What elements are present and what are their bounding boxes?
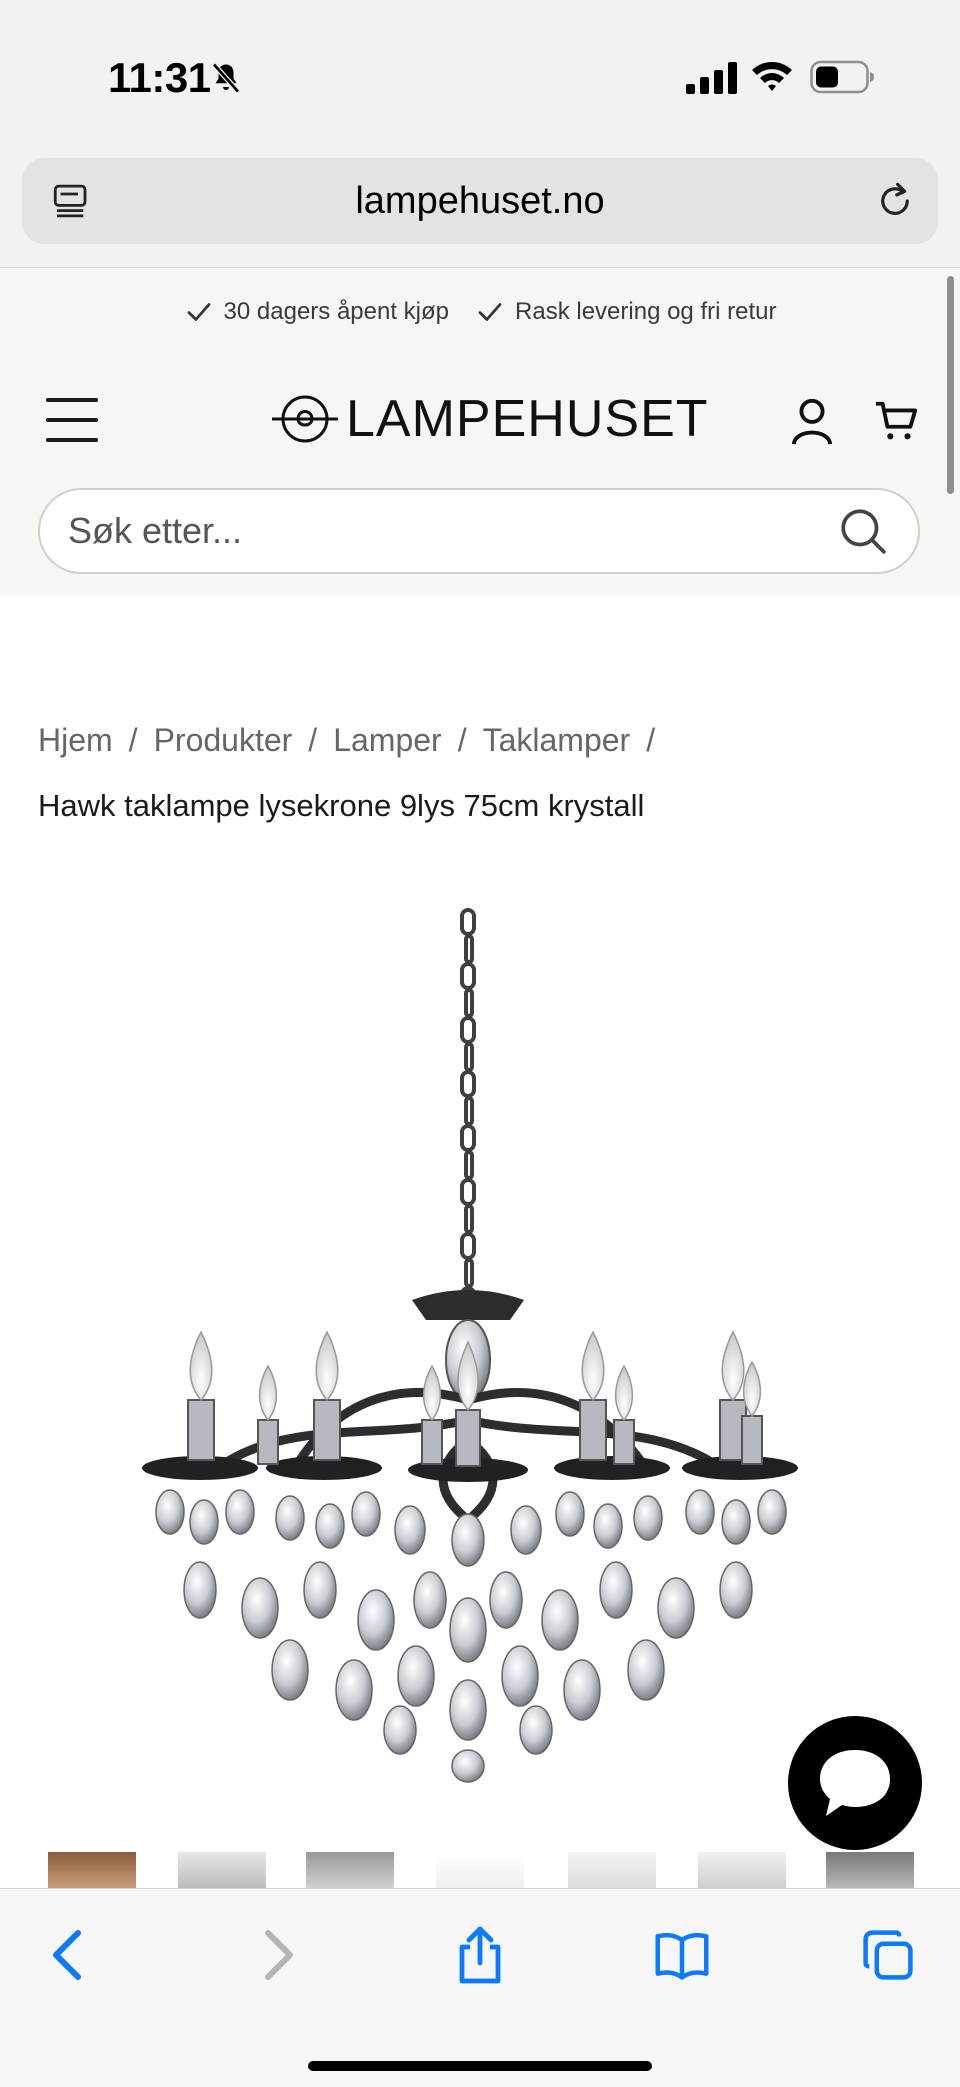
breadcrumb-separator: / <box>457 722 467 758</box>
breadcrumb: Hjem / Produkter / Lamper / Taklamper / <box>38 722 655 759</box>
status-time: 11:31 <box>108 54 211 101</box>
bookmarks-icon[interactable] <box>654 1925 710 1985</box>
lamp-logo-icon <box>272 395 338 443</box>
breadcrumb-item-lamper[interactable]: Lamper <box>333 722 442 759</box>
url-text[interactable]: lampehuset.no <box>22 180 938 223</box>
forward-icon[interactable] <box>250 1925 306 1985</box>
chat-bubble-icon <box>820 1750 890 1816</box>
breadcrumb-item-produkter[interactable]: Produkter <box>154 722 293 759</box>
cart-icon[interactable] <box>874 398 920 444</box>
browser-address-area: lampehuset.no <box>0 150 960 268</box>
breadcrumb-item-hjem[interactable]: Hjem <box>38 722 113 759</box>
logo-text: LAMPEHUSET <box>346 390 709 448</box>
usp-item: 30 dagers åpent kjøp <box>184 292 449 332</box>
search-input[interactable] <box>68 490 828 572</box>
search-icon[interactable] <box>838 506 888 556</box>
reload-icon[interactable] <box>874 180 916 222</box>
status-bar: 11:31 <box>0 0 960 150</box>
account-icon[interactable] <box>788 396 836 446</box>
breadcrumb-separator: / <box>308 722 318 758</box>
thumbnail[interactable] <box>826 1852 914 1888</box>
chat-button[interactable] <box>788 1716 922 1850</box>
search-box[interactable] <box>38 488 920 574</box>
site-logo[interactable]: LAMPEHUSET <box>272 386 709 452</box>
share-icon[interactable] <box>452 1925 508 1985</box>
site-header: 30 dagers åpent kjøp Rask levering og fr… <box>0 268 960 596</box>
battery-icon <box>810 60 874 94</box>
checkmark-icon <box>478 303 502 321</box>
thumbnail-strip <box>0 1852 960 1888</box>
usp-item: Rask levering og fri retur <box>475 292 776 332</box>
breadcrumb-separator: / <box>646 722 656 758</box>
thumbnail[interactable] <box>568 1852 656 1888</box>
product-title: Hawk taklampe lysekrone 9lys 75cm krysta… <box>38 788 645 823</box>
thumbnail[interactable] <box>48 1852 136 1888</box>
bell-slash-icon <box>212 62 240 94</box>
address-bar[interactable]: lampehuset.no <box>22 158 938 244</box>
menu-icon[interactable] <box>46 396 98 444</box>
usp-text: Rask levering og fri retur <box>515 298 777 325</box>
home-indicator[interactable] <box>308 2061 652 2071</box>
usp-bar: 30 dagers åpent kjøp Rask levering og fr… <box>0 292 960 332</box>
chandelier-image[interactable] <box>140 900 820 1800</box>
thumbnail[interactable] <box>178 1852 266 1888</box>
wifi-icon <box>752 62 792 91</box>
cellular-signal-icon <box>686 62 737 94</box>
browser-toolbar <box>0 1888 960 2087</box>
tabs-icon[interactable] <box>860 1925 916 1985</box>
usp-text: 30 dagers åpent kjøp <box>223 298 450 325</box>
back-icon[interactable] <box>40 1925 96 1985</box>
thumbnail[interactable] <box>306 1852 394 1888</box>
thumbnail[interactable] <box>436 1852 524 1888</box>
checkmark-icon <box>187 303 210 321</box>
breadcrumb-separator: / <box>128 722 138 758</box>
breadcrumb-item-taklamper[interactable]: Taklamper <box>483 722 631 759</box>
thumbnail[interactable] <box>698 1852 786 1888</box>
